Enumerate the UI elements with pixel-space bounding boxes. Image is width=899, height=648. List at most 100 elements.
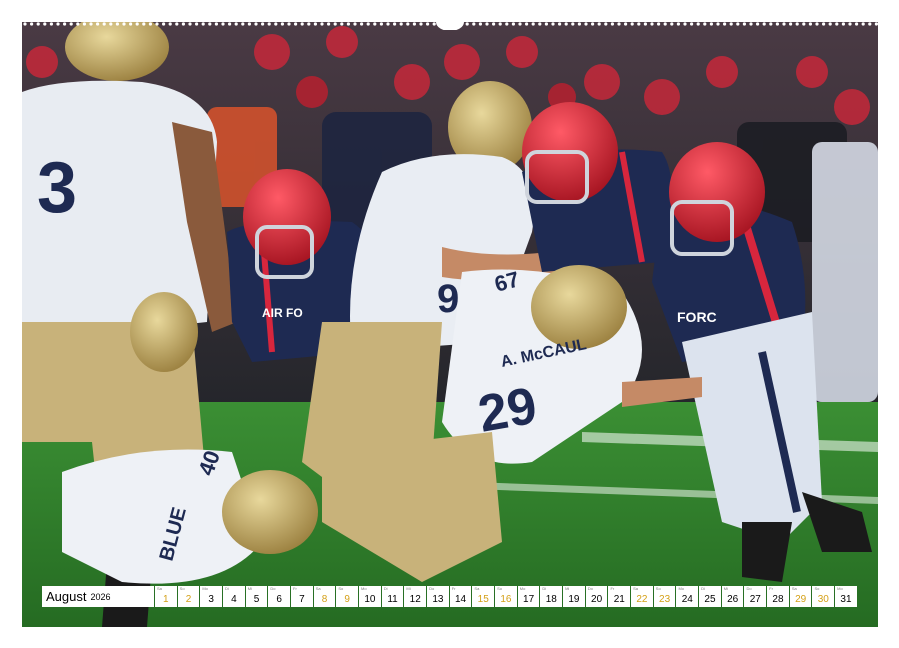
day-cell: Mi 5 bbox=[245, 586, 268, 607]
spiral-hole bbox=[168, 22, 172, 26]
day-of-week: Fr bbox=[769, 586, 773, 591]
spiral-hole bbox=[558, 22, 562, 26]
opponent-right-jersey-text: FORC bbox=[677, 309, 717, 325]
day-cell: So 2 bbox=[177, 586, 200, 607]
spiral-hole bbox=[241, 22, 245, 26]
spiral-hole bbox=[247, 22, 251, 26]
day-of-week: Sa bbox=[157, 586, 162, 591]
spiral-hole bbox=[511, 22, 515, 26]
day-cell: Sa 29 bbox=[789, 586, 812, 607]
day-number: 6 bbox=[276, 594, 282, 605]
spiral-hole bbox=[214, 22, 218, 26]
spiral-hole bbox=[577, 22, 582, 26]
spiral-hole bbox=[828, 22, 832, 26]
spiral-binding bbox=[23, 20, 878, 30]
spiral-hole bbox=[287, 22, 291, 26]
spiral-hole bbox=[696, 22, 700, 26]
day-cell: Mo 24 bbox=[676, 586, 699, 607]
spiral-hole bbox=[643, 22, 648, 26]
spiral-hole bbox=[162, 22, 166, 26]
spiral-hole bbox=[228, 22, 232, 26]
spiral-hole bbox=[472, 22, 476, 26]
day-cell: Di 18 bbox=[540, 586, 563, 607]
month-name: August bbox=[46, 589, 87, 604]
day-of-week: Sa bbox=[633, 586, 639, 591]
spiral-hole bbox=[234, 22, 238, 26]
spiral-hole bbox=[498, 22, 502, 26]
spiral-hole bbox=[538, 22, 542, 26]
day-of-week: Mo bbox=[361, 586, 367, 591]
spiral-hole bbox=[313, 22, 317, 26]
spiral-hole bbox=[30, 22, 34, 26]
spiral-hole bbox=[188, 22, 192, 26]
spiral-hole bbox=[320, 22, 324, 26]
day-number: 23 bbox=[659, 594, 671, 605]
spiral-hole bbox=[109, 22, 113, 26]
spiral-hole bbox=[406, 22, 410, 26]
spiral-hole bbox=[333, 22, 337, 26]
calendar-page: 3 AIR FO 90 bbox=[0, 0, 899, 648]
spiral-hole bbox=[690, 22, 694, 26]
spiral-hole bbox=[630, 22, 634, 26]
spiral-hole bbox=[835, 22, 839, 26]
spiral-hole bbox=[610, 22, 615, 26]
spiral-hole bbox=[716, 22, 720, 26]
day-number: 26 bbox=[727, 594, 739, 605]
day-number: 20 bbox=[591, 594, 603, 605]
jersey-number-left: 3 bbox=[37, 148, 77, 228]
day-number: 24 bbox=[681, 594, 693, 605]
jersey-number-tackler: 29 bbox=[474, 377, 541, 444]
day-number: 1 bbox=[163, 594, 169, 605]
day-of-week: So bbox=[655, 586, 661, 591]
spiral-hole bbox=[148, 22, 152, 26]
opponent-jersey-text: AIR FO bbox=[262, 306, 303, 320]
spiral-hole bbox=[82, 22, 86, 26]
spiral-hole bbox=[703, 22, 707, 26]
day-of-week: Mo bbox=[519, 586, 526, 591]
spiral-hole bbox=[373, 22, 377, 26]
spiral-hole bbox=[307, 22, 311, 26]
day-cell: Do 13 bbox=[427, 586, 449, 607]
day-cell: Mo 10 bbox=[359, 586, 381, 607]
spiral-hole bbox=[531, 22, 535, 26]
day-of-week: So bbox=[497, 586, 502, 591]
day-cell: Do 27 bbox=[744, 586, 767, 607]
day-cell: Mi 19 bbox=[563, 586, 585, 607]
spiral-hole bbox=[465, 22, 469, 26]
month-label: August 2026 bbox=[42, 586, 154, 607]
day-cell: Do 20 bbox=[585, 586, 608, 607]
day-cell: Sa 8 bbox=[313, 586, 336, 607]
spiral-hole bbox=[76, 22, 80, 26]
spiral-hole bbox=[274, 22, 278, 26]
spiral-hole bbox=[709, 22, 714, 26]
day-of-week: So bbox=[814, 586, 820, 591]
day-of-week: Do bbox=[746, 586, 752, 591]
spiral-hole bbox=[789, 22, 793, 26]
spiral-hole bbox=[195, 22, 199, 26]
spiral-hole bbox=[379, 22, 383, 26]
calendar-strip: August 2026 Sa 1 So 2 Mo 3 Di 4 Mi 5 Do 6 Fr 7 Sa 8 So 9 M… bbox=[42, 586, 857, 607]
spiral-hole bbox=[855, 22, 859, 26]
day-number: 25 bbox=[704, 594, 716, 605]
spiral-hole bbox=[637, 22, 641, 26]
day-of-week: Di bbox=[225, 586, 229, 591]
spiral-hole bbox=[848, 22, 852, 26]
spiral-hole bbox=[597, 22, 601, 26]
spiral-hole bbox=[426, 22, 430, 26]
spiral-hole bbox=[683, 22, 687, 26]
spiral-hole bbox=[155, 22, 159, 26]
day-of-week: Di bbox=[701, 586, 705, 591]
spiral-hole bbox=[175, 22, 179, 26]
spiral-hole bbox=[201, 22, 205, 26]
spiral-hole bbox=[775, 22, 780, 26]
day-of-week: Do bbox=[587, 586, 593, 591]
day-of-week: Sa bbox=[474, 586, 480, 591]
day-cell: So 16 bbox=[495, 586, 517, 607]
day-number: 14 bbox=[455, 594, 467, 605]
day-number: 10 bbox=[364, 594, 376, 605]
spiral-hole bbox=[327, 22, 331, 26]
day-number: 11 bbox=[387, 594, 398, 605]
day-number: 22 bbox=[636, 594, 648, 605]
spiral-hole bbox=[340, 22, 344, 26]
day-of-week: So bbox=[179, 586, 185, 591]
